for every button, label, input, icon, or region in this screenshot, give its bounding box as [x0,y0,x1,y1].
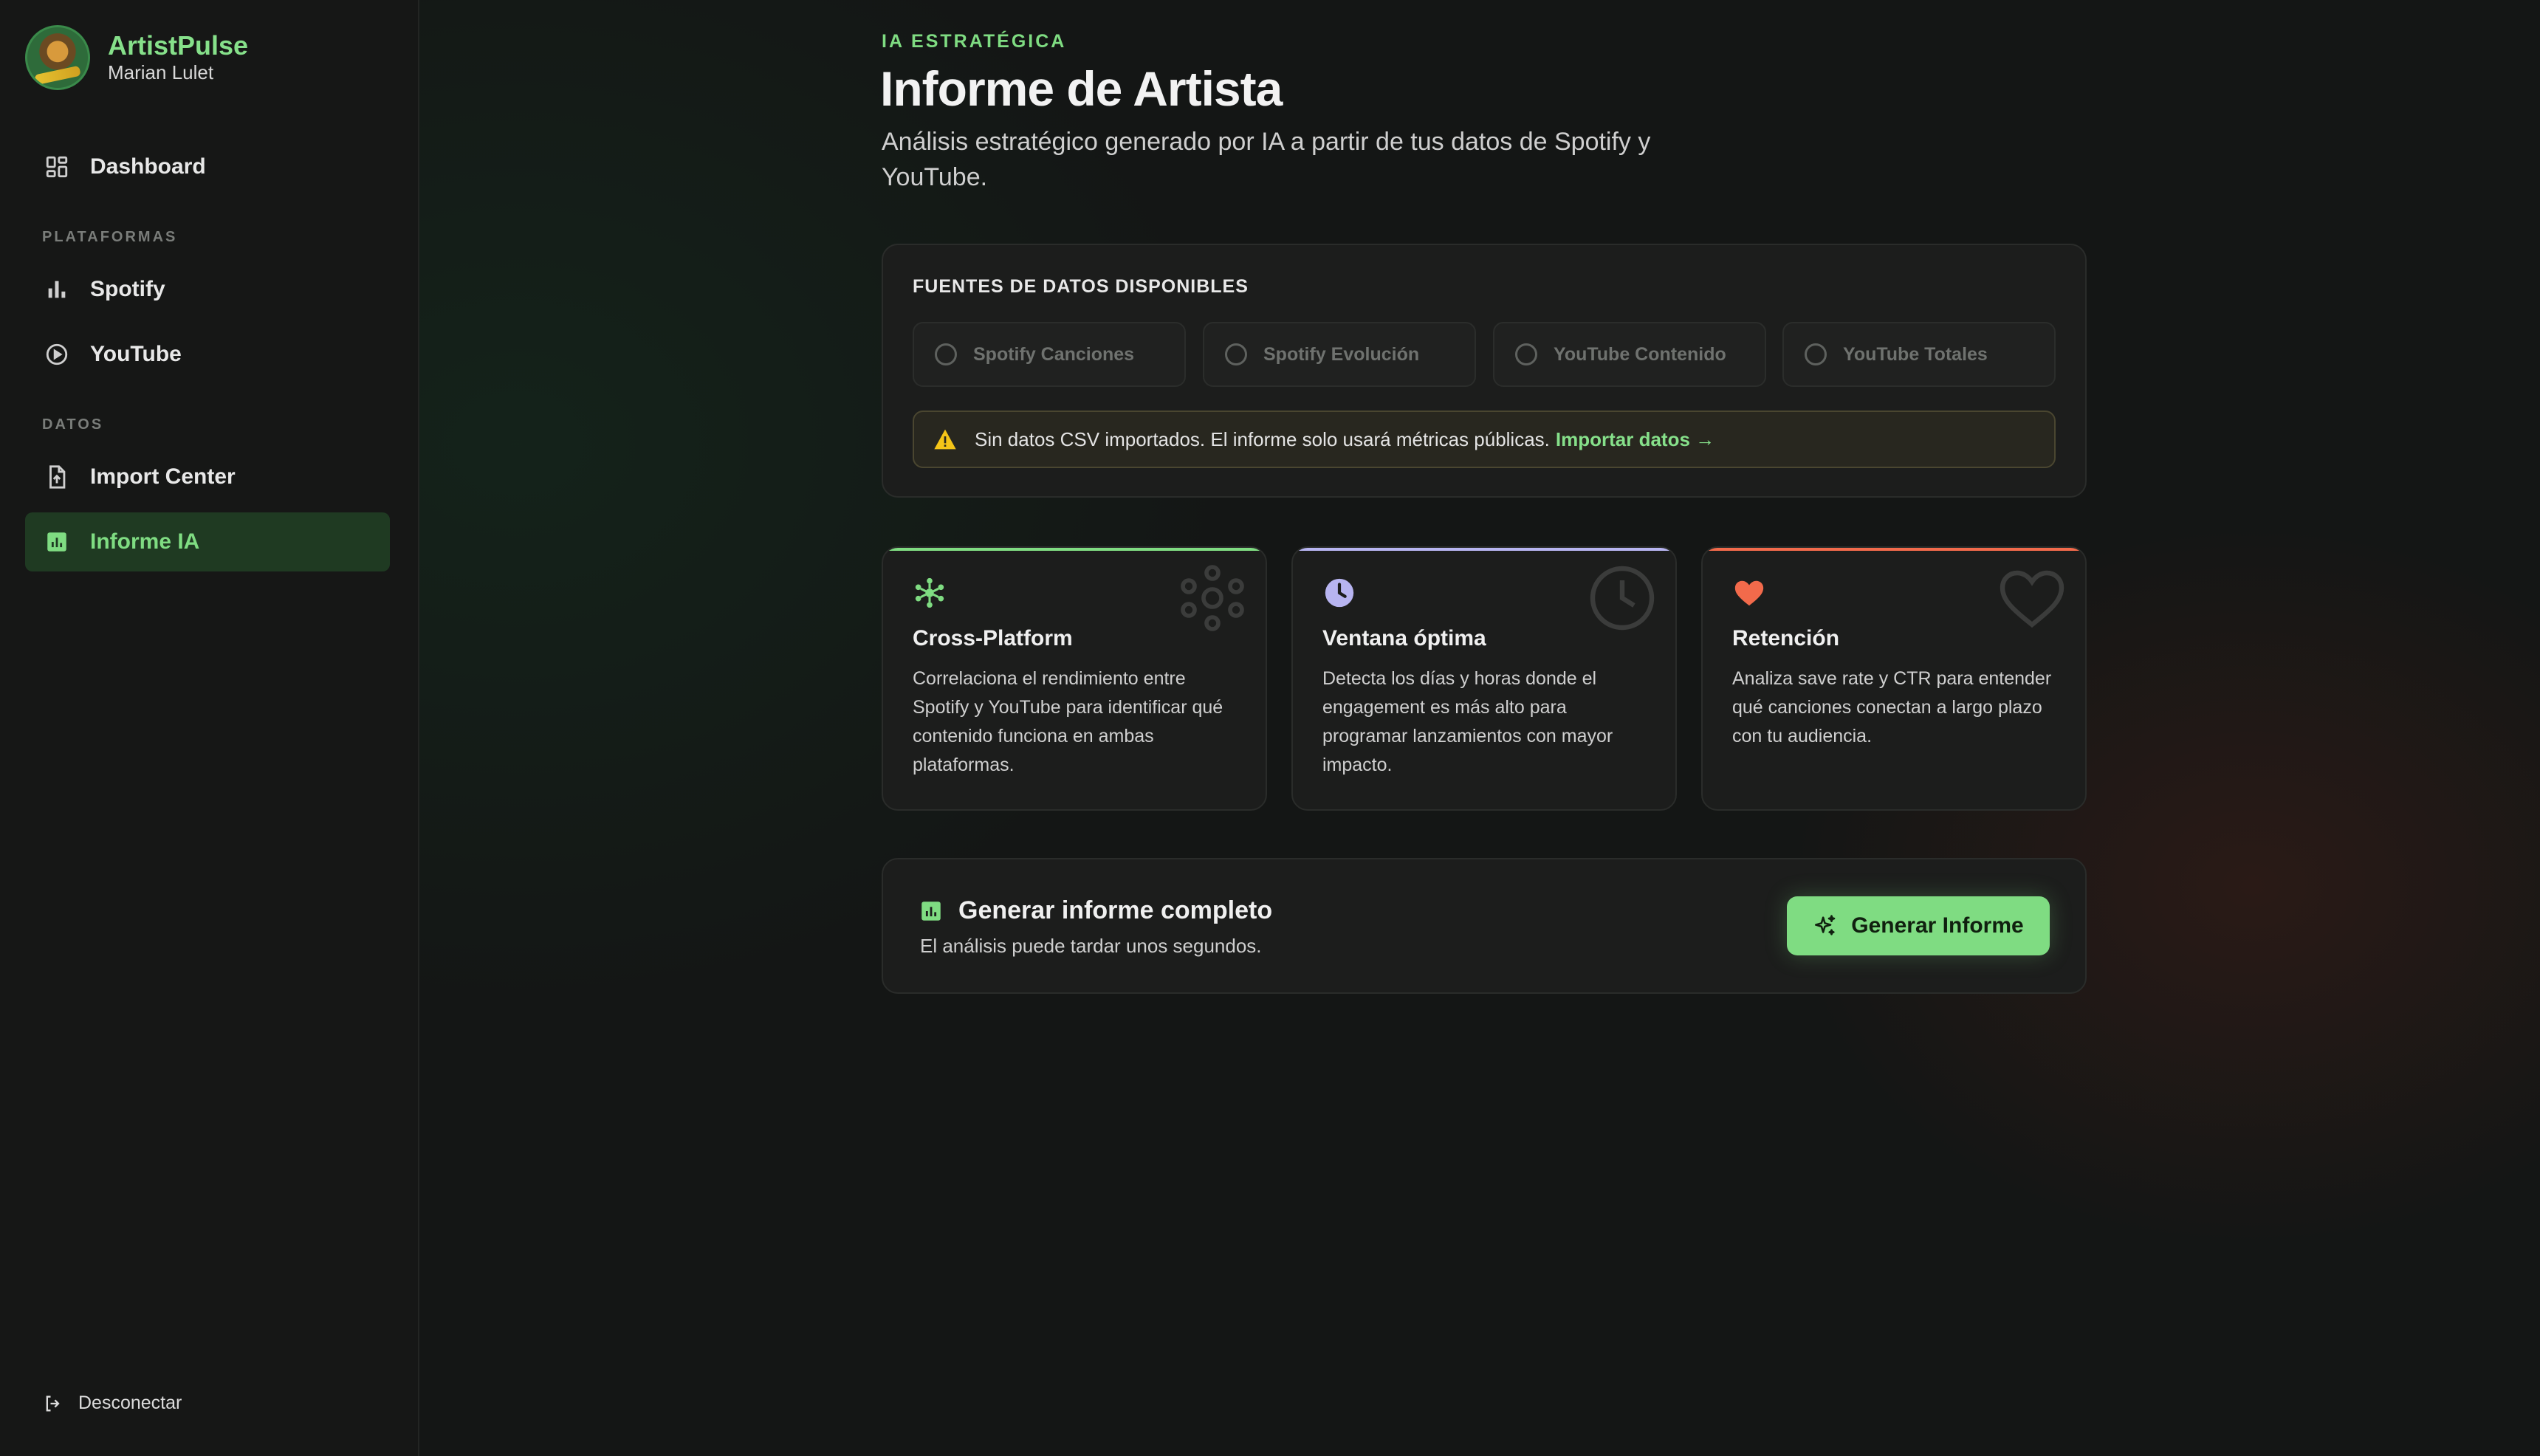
sidebar-item-informe-ia[interactable]: Informe IA [25,512,390,571]
generate-report-button[interactable]: Generar Informe [1787,896,2050,955]
clock-icon [1322,576,1356,610]
logout-label: Desconectar [78,1393,182,1413]
data-sources-panel: FUENTES DE DATOS DISPONIBLES Spotify Can… [882,244,2087,498]
feature-description: Detecta los días y horas donde el engage… [1322,668,1613,775]
sidebar-item-spotify[interactable]: Spotify [25,260,390,319]
brand: ArtistPulse Marian Lulet [25,25,248,90]
generate-title-text: Generar informe completo [958,896,1273,924]
sidebar-item-youtube[interactable]: YouTube [25,325,390,384]
page-title: Informe de Artista [880,61,1283,116]
generate-button-label: Generar Informe [1851,913,2024,938]
feature-description: Correlaciona el rendimiento entre Spotif… [913,668,1223,775]
radio-icon [935,343,957,365]
analytics-icon [44,529,69,554]
section-label-platforms: PLATAFORMAS [42,229,178,245]
feature-description: Analiza save rate y CTR para entender qu… [1732,668,2052,746]
radio-icon [1805,343,1827,365]
section-label-data: DATOS [42,416,104,433]
clock-watermark-icon [1587,563,1658,633]
user-name: Marian Lulet [108,61,214,83]
sidebar-item-label: Spotify [90,277,165,301]
avatar[interactable] [25,25,90,90]
sidebar-item-dashboard[interactable]: Dashboard [25,137,390,196]
import-data-link[interactable]: Importar datos → [1556,428,1714,451]
generate-report-panel: Generar informe completo El análisis pue… [882,858,2087,994]
hub-watermark-icon [1177,563,1248,633]
source-option-youtube-contenido[interactable]: YouTube Contenido [1493,322,1766,387]
analytics-icon [919,899,944,924]
page-eyebrow: IA ESTRATÉGICA [882,31,1067,52]
source-option-spotify-canciones[interactable]: Spotify Canciones [913,322,1186,387]
sidebar-item-label: Import Center [90,464,236,489]
source-option-label: YouTube Totales [1843,343,1988,365]
hub-icon [913,576,947,610]
page-subtitle: Análisis estratégico generado por IA a p… [882,128,1651,191]
feature-title: Retención [1732,626,1840,650]
sidebar-item-label: YouTube [90,342,182,366]
feature-card-retencion: Retención Analiza save rate y CTR para e… [1701,546,2087,811]
app-name: ArtistPulse [108,30,249,61]
source-option-youtube-totales[interactable]: YouTube Totales [1782,322,2056,387]
feature-card-ventana-optima: Ventana óptima Detecta los días y horas … [1291,546,1677,811]
feature-title: Ventana óptima [1322,626,1486,650]
no-csv-warning: Sin datos CSV importados. El informe sol… [913,411,2056,468]
sparkle-icon [1813,913,1838,938]
generate-subtitle: El análisis puede tardar unos segundos. [920,935,1262,957]
play-circle-icon [44,342,69,367]
radio-icon [1515,343,1537,365]
feature-title: Cross-Platform [913,626,1073,650]
file-upload-icon [44,464,69,490]
bar-chart-icon [44,277,69,302]
source-option-label: YouTube Contenido [1554,343,1726,365]
data-sources-title: FUENTES DE DATOS DISPONIBLES [913,276,1249,297]
sidebar-item-label: Dashboard [90,154,206,179]
sidebar-item-label: Informe IA [90,529,200,554]
radio-icon [1225,343,1247,365]
heart-watermark-icon [1997,563,2067,633]
warning-icon [933,428,957,450]
logout-button[interactable]: Desconectar [43,1393,182,1414]
grid-icon [44,154,69,179]
source-option-spotify-evolucion[interactable]: Spotify Evolución [1203,322,1476,387]
generate-title: Generar informe completo [919,896,1272,925]
source-option-label: Spotify Canciones [973,343,1135,365]
sidebar: ArtistPulse Marian Lulet Dashboard PLATA… [0,0,419,1456]
source-option-label: Spotify Evolución [1263,343,1420,365]
warning-text: Sin datos CSV importados. El informe sol… [975,427,1550,450]
sidebar-item-import-center[interactable]: Import Center [25,447,390,506]
feature-card-cross-platform: Cross-Platform Correlaciona el rendimien… [882,546,1267,811]
heart-icon [1732,576,1766,610]
logout-icon [43,1393,64,1414]
